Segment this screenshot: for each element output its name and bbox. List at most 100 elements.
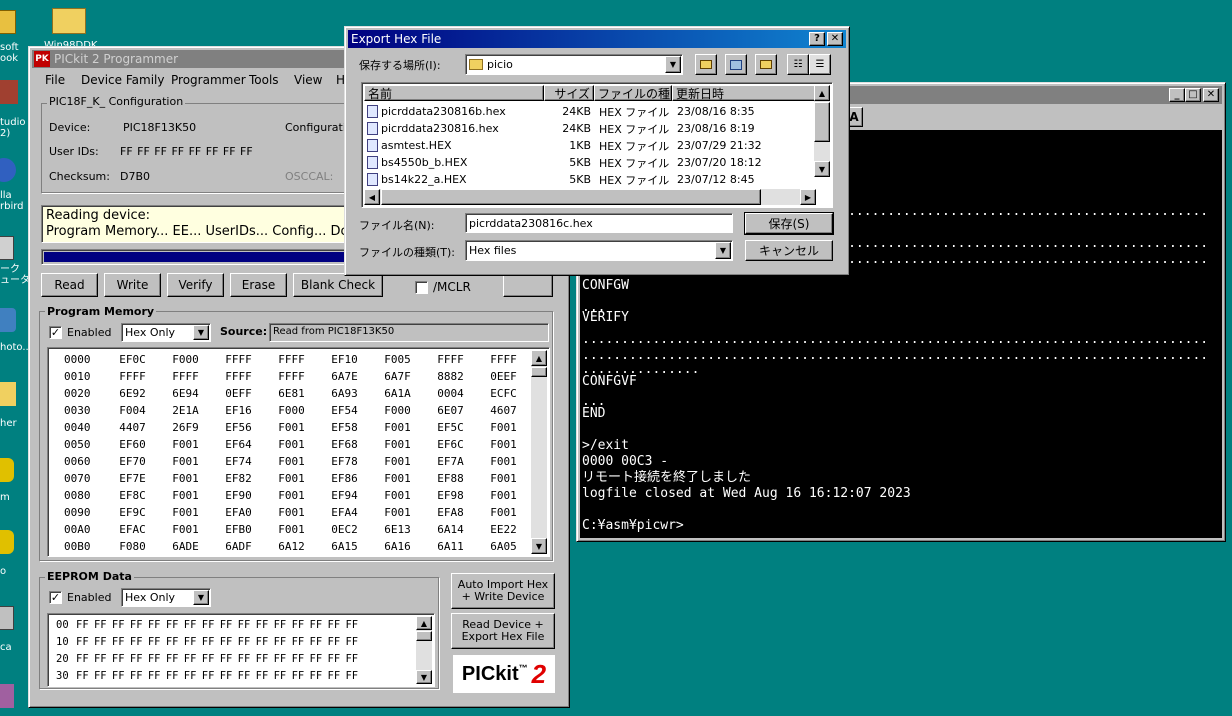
maximize-button[interactable]: □ <box>1185 88 1201 102</box>
blank-check-button[interactable]: Blank Check <box>293 273 383 297</box>
table-cell[interactable]: FFFF <box>106 370 159 383</box>
auto-import-write-button[interactable]: Auto Import Hex + Write Device <box>451 573 555 609</box>
vdd-spinner[interactable] <box>503 273 553 297</box>
write-button[interactable]: Write <box>104 273 161 297</box>
table-cell[interactable]: EF82 <box>212 472 265 485</box>
table-cell[interactable]: FF FF FF FF FF FF FF FF FF FF FF FF FF F… <box>76 670 358 682</box>
scroll-down-icon[interactable]: ▼ <box>416 670 432 684</box>
table-cell[interactable]: F001 <box>477 438 530 451</box>
chevron-down-icon[interactable]: ▼ <box>715 242 731 259</box>
menu-device-family[interactable]: Device Family <box>81 73 171 87</box>
table-cell[interactable]: F001 <box>265 506 318 519</box>
table-cell[interactable]: 6A93 <box>318 387 371 400</box>
pm-scrollbar[interactable]: ▲ ▼ <box>531 350 547 554</box>
scroll-down-icon[interactable]: ▼ <box>814 161 830 177</box>
table-cell[interactable]: EF98 <box>424 489 477 502</box>
column-size[interactable]: サイズ <box>544 85 594 101</box>
read-button[interactable]: Read <box>41 273 98 297</box>
table-cell[interactable]: F001 <box>477 489 530 502</box>
table-cell[interactable]: EF54 <box>318 404 371 417</box>
desktop-icon-photo[interactable] <box>0 308 16 332</box>
list-item[interactable]: picrddata230816.hex 24KB HEX ファイル 23/08/16 … <box>364 120 811 137</box>
table-cell[interactable]: F001 <box>477 506 530 519</box>
table-cell[interactable]: EF94 <box>318 489 371 502</box>
table-cell[interactable]: 0EFF <box>212 387 265 400</box>
table-cell[interactable]: 6E92 <box>106 387 159 400</box>
scroll-right-icon[interactable]: ▶ <box>800 189 816 205</box>
table-cell[interactable]: EF0C <box>106 353 159 366</box>
list-item[interactable]: bs4550b_b.HEX 5KB HEX ファイル 23/07/20 18:12 <box>364 154 811 171</box>
table-cell[interactable]: 6ADE <box>159 540 212 553</box>
table-cell[interactable]: 6E07 <box>424 404 477 417</box>
menu-tools[interactable]: Tools <box>249 73 294 87</box>
table-cell[interactable]: F000 <box>159 353 212 366</box>
table-cell[interactable]: EFA0 <box>212 506 265 519</box>
table-cell[interactable]: 6A7E <box>318 370 371 383</box>
table-cell[interactable]: EF86 <box>318 472 371 485</box>
read-export-button[interactable]: Read Device + Export Hex File <box>451 613 555 649</box>
table-cell[interactable]: EF64 <box>212 438 265 451</box>
chevron-down-icon[interactable]: ▼ <box>193 590 209 605</box>
minimize-button[interactable]: _ <box>1169 88 1185 102</box>
close-button[interactable]: ✕ <box>1203 88 1219 102</box>
scroll-up-icon[interactable]: ▲ <box>814 85 830 101</box>
eeprom-grid[interactable]: 00 FF FF FF FF FF FF FF FF FF FF FF FF FF… <box>47 613 435 687</box>
ee-scrollbar[interactable]: ▲ ▼ <box>416 616 432 684</box>
desktop-icon-outlook[interactable] <box>0 10 16 34</box>
table-cell[interactable]: F001 <box>371 506 424 519</box>
scroll-down-icon[interactable]: ▼ <box>531 538 547 554</box>
table-cell[interactable]: F001 <box>371 438 424 451</box>
dialog-titlebar[interactable]: Export Hex File <box>348 30 846 48</box>
table-cell[interactable]: 6E94 <box>159 387 212 400</box>
table-cell[interactable]: EF56 <box>212 421 265 434</box>
table-cell[interactable]: EF58 <box>318 421 371 434</box>
ee-enabled-checkbox[interactable]: ✓ <box>49 591 62 604</box>
table-cell[interactable]: EF16 <box>212 404 265 417</box>
table-cell[interactable]: FFFF <box>212 370 265 383</box>
table-cell[interactable]: F001 <box>371 489 424 502</box>
program-memory-grid[interactable]: 0000 EF0C F000 FFFF FFFF EF10 F005 FFFF FFFF 0010… <box>47 347 550 557</box>
table-cell[interactable]: F080 <box>106 540 159 553</box>
table-cell[interactable]: EFB0 <box>212 523 265 536</box>
chevron-down-icon[interactable]: ▼ <box>665 56 681 73</box>
table-cell[interactable]: 6A16 <box>371 540 424 553</box>
table-cell[interactable]: FFFF <box>424 353 477 366</box>
pm-enabled-checkbox[interactable]: ✓ <box>49 326 62 339</box>
table-cell[interactable]: 0EC2 <box>318 523 371 536</box>
pm-mode-select[interactable]: Hex Only ▼ <box>121 323 211 342</box>
details-view-button[interactable]: ☰ <box>809 54 831 75</box>
table-cell[interactable]: F001 <box>265 438 318 451</box>
desktop-icon-folder[interactable] <box>0 382 16 406</box>
up-folder-button[interactable] <box>695 54 717 75</box>
table-cell[interactable]: FFFF <box>212 353 265 366</box>
scroll-thumb[interactable] <box>814 102 830 142</box>
column-name[interactable]: 名前 <box>364 85 544 101</box>
table-cell[interactable]: 6A05 <box>477 540 530 553</box>
filename-input[interactable]: picrddata230816c.hex <box>465 213 733 233</box>
table-cell[interactable]: EF70 <box>106 455 159 468</box>
table-cell[interactable]: 6A11 <box>424 540 477 553</box>
table-cell[interactable]: 26F9 <box>159 421 212 434</box>
mclr-checkbox[interactable] <box>415 281 428 294</box>
table-cell[interactable]: 6A14 <box>424 523 477 536</box>
list-item[interactable]: bs14k22_a.HEX 5KB HEX ファイル 23/07/12 8:45 <box>364 171 811 188</box>
table-cell[interactable]: F001 <box>159 489 212 502</box>
table-cell[interactable]: F001 <box>477 472 530 485</box>
list-item[interactable]: asmtest.HEX 1KB HEX ファイル 23/07/29 21:32 <box>364 137 811 154</box>
table-cell[interactable]: 6A12 <box>265 540 318 553</box>
scroll-up-icon[interactable]: ▲ <box>531 350 547 366</box>
cancel-button[interactable]: キャンセル <box>745 240 833 261</box>
table-cell[interactable]: 6A7F <box>371 370 424 383</box>
table-cell[interactable]: EF8C <box>106 489 159 502</box>
table-cell[interactable]: EF68 <box>318 438 371 451</box>
table-cell[interactable]: F001 <box>477 455 530 468</box>
table-cell[interactable]: EFA8 <box>424 506 477 519</box>
table-cell[interactable]: EF88 <box>424 472 477 485</box>
table-cell[interactable]: F000 <box>371 404 424 417</box>
table-cell[interactable]: F001 <box>159 455 212 468</box>
export-dialog[interactable]: Export Hex File ? ✕ 保存する場所(I): picio ▼ ☷… <box>344 26 850 276</box>
column-type[interactable]: ファイルの種... <box>594 85 681 101</box>
chevron-down-icon[interactable]: ▼ <box>193 325 209 340</box>
table-cell[interactable]: EF90 <box>212 489 265 502</box>
table-cell[interactable]: 2E1A <box>159 404 212 417</box>
